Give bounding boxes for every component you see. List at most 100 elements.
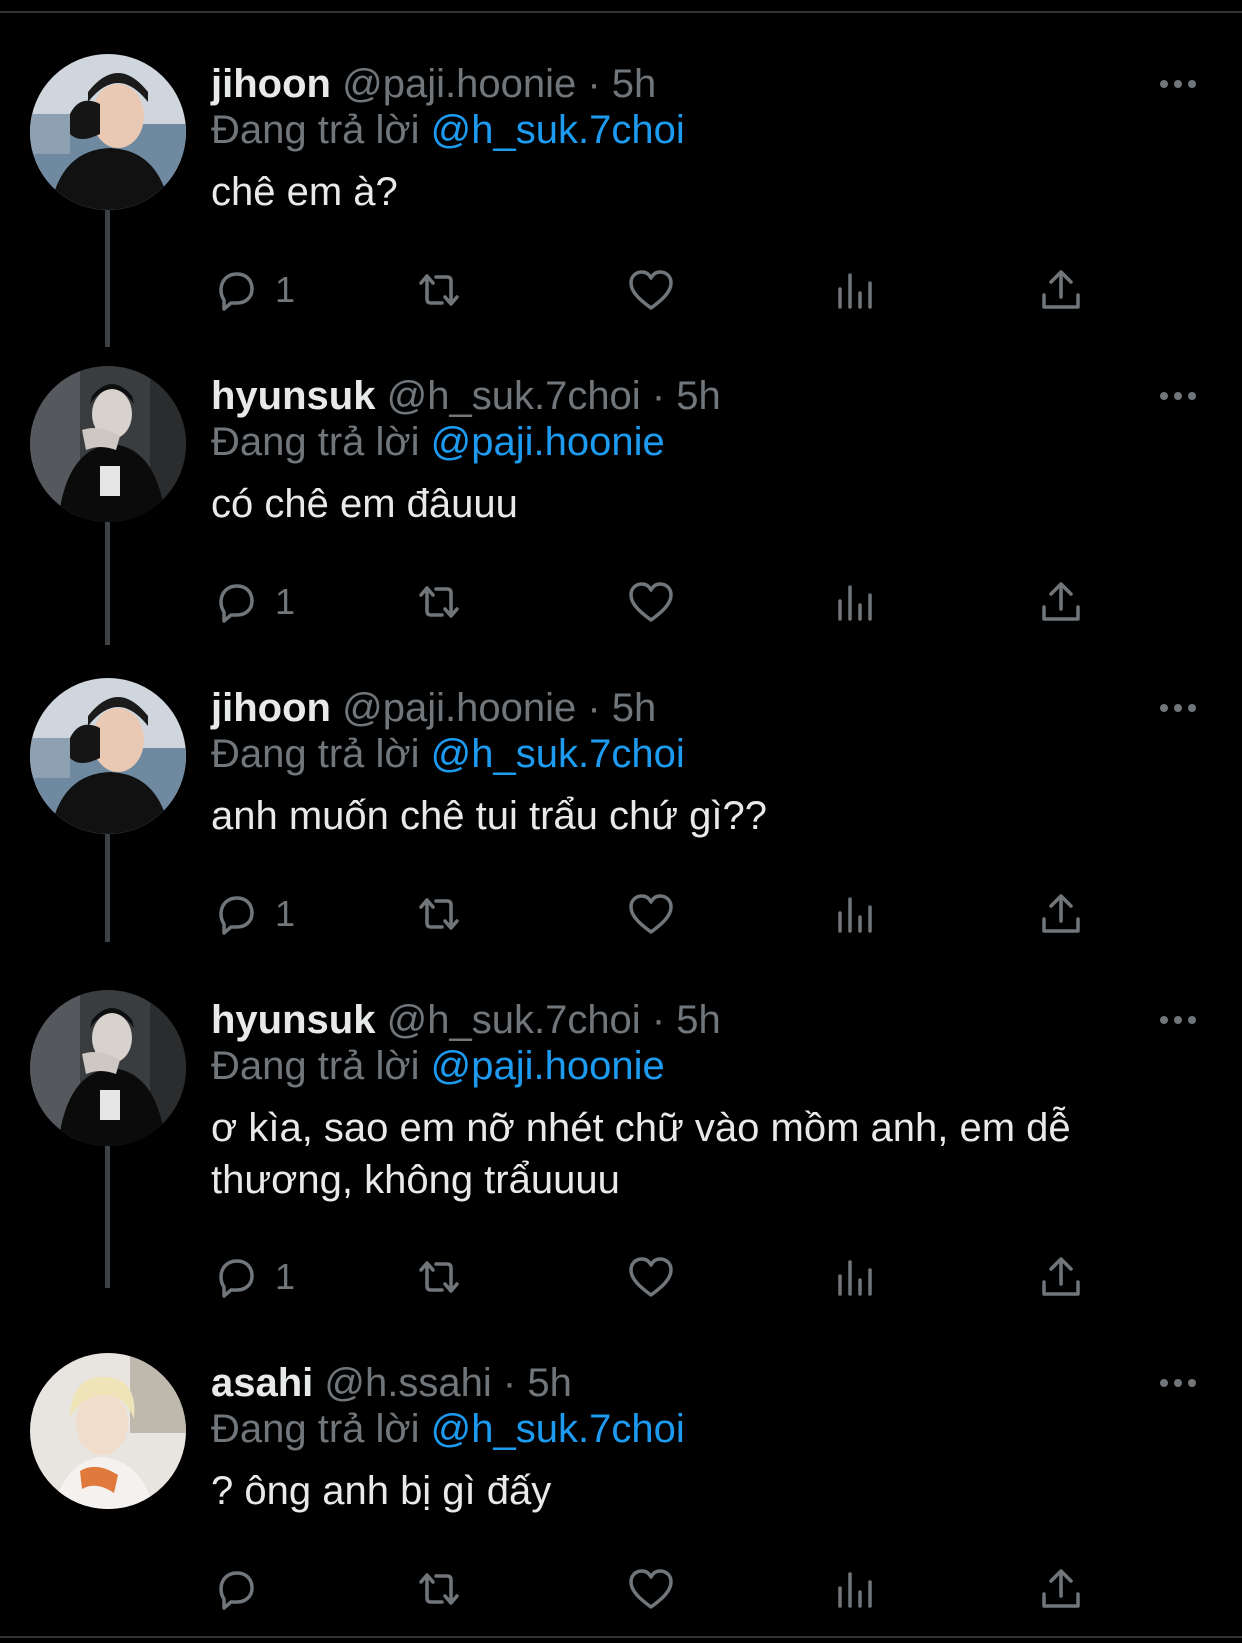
reply-bubble-icon — [219, 1259, 254, 1298]
replying-to-label: Đang trả lời — [211, 732, 420, 776]
mention-link[interactable]: @h_suk.7choi — [431, 732, 685, 776]
reply-button[interactable]: 1 — [211, 262, 295, 318]
share-upload-icon — [1042, 1569, 1080, 1608]
avatar-jihoon-image — [30, 54, 186, 210]
more-horizontal-icon — [1160, 392, 1196, 400]
heart-icon — [629, 582, 673, 622]
retweet-button[interactable] — [414, 574, 464, 630]
views-button[interactable] — [831, 1249, 881, 1305]
user-handle[interactable]: @h_suk.7choi — [387, 374, 641, 418]
mention-link[interactable]: @h_suk.7choi — [431, 108, 685, 152]
display-name[interactable]: jihoon — [211, 686, 331, 730]
separator-dot: · — [587, 62, 601, 106]
heart-icon — [629, 1257, 673, 1297]
tweet-text: có chê em đâuuu — [211, 482, 518, 526]
display-name[interactable]: hyunsuk — [211, 998, 375, 1042]
like-button[interactable] — [626, 886, 676, 942]
replying-to: Đang trả lời @h_suk.7choi — [211, 728, 685, 780]
mention-link[interactable]: @paji.hoonie — [431, 420, 665, 464]
like-button[interactable] — [626, 1249, 676, 1305]
more-horizontal-icon — [1160, 704, 1196, 712]
reply-bubble-icon — [219, 896, 254, 935]
more-options-button[interactable] — [1158, 688, 1198, 728]
like-button[interactable] — [626, 262, 676, 318]
user-handle[interactable]: @h.ssahi — [324, 1361, 491, 1405]
reply-button[interactable]: 1 — [211, 886, 295, 942]
timestamp[interactable]: 5h — [612, 62, 657, 106]
retweet-icon — [419, 586, 459, 618]
heart-icon — [629, 1569, 673, 1609]
more-options-button[interactable] — [1158, 1000, 1198, 1040]
replying-to: Đang trả lời @paji.hoonie — [211, 416, 665, 468]
retweet-button[interactable] — [414, 1249, 464, 1305]
retweet-icon — [419, 274, 459, 306]
replying-to-label: Đang trả lời — [211, 108, 420, 152]
retweet-icon — [419, 1261, 459, 1293]
display-name[interactable]: asahi — [211, 1361, 313, 1405]
reply-button[interactable]: 1 — [211, 574, 295, 630]
share-button[interactable] — [1036, 574, 1086, 630]
share-button[interactable] — [1036, 1561, 1086, 1617]
like-button[interactable] — [626, 1561, 676, 1617]
reply-count: 1 — [275, 269, 296, 310]
replying-to: Đang trả lời @paji.hoonie — [211, 1040, 665, 1092]
views-button[interactable] — [831, 574, 881, 630]
timestamp[interactable]: 5h — [612, 686, 657, 730]
views-button[interactable] — [831, 1561, 881, 1617]
tweet-actions: 1 — [211, 574, 1091, 630]
retweet-button[interactable] — [414, 262, 464, 318]
replying-to: Đang trả lời @h_suk.7choi — [211, 1403, 685, 1455]
user-handle[interactable]: @paji.hoonie — [342, 686, 576, 730]
retweet-icon — [419, 1573, 459, 1605]
bottom-divider — [0, 1636, 1242, 1638]
user-handle[interactable]: @h_suk.7choi — [387, 998, 641, 1042]
avatar-hyunsuk-image — [30, 366, 186, 522]
views-button[interactable] — [831, 886, 881, 942]
heart-icon — [629, 894, 673, 934]
mention-link[interactable]: @paji.hoonie — [431, 1044, 665, 1088]
views-button[interactable] — [831, 262, 881, 318]
tweet-actions: 1 — [211, 886, 1091, 942]
retweet-button[interactable] — [414, 1561, 464, 1617]
separator-dot: · — [502, 1361, 517, 1405]
reply-count: 1 — [275, 893, 296, 934]
share-button[interactable] — [1036, 1249, 1086, 1305]
share-upload-icon — [1042, 582, 1080, 621]
top-divider — [0, 11, 1242, 13]
reply-button[interactable] — [211, 1561, 275, 1617]
display-name[interactable]: jihoon — [211, 62, 331, 106]
retweet-button[interactable] — [414, 886, 464, 942]
user-handle[interactable]: @paji.hoonie — [342, 62, 576, 106]
avatar[interactable] — [30, 366, 186, 522]
timestamp[interactable]: 5h — [527, 1361, 572, 1405]
like-button[interactable] — [626, 574, 676, 630]
avatar[interactable] — [30, 990, 186, 1146]
more-options-button[interactable] — [1158, 1363, 1198, 1403]
more-horizontal-icon — [1160, 1379, 1196, 1387]
tweet-actions — [211, 1561, 1091, 1617]
replying-to: Đang trả lời @h_suk.7choi — [211, 104, 685, 156]
separator-dot: · — [651, 998, 666, 1042]
avatar[interactable] — [30, 1353, 186, 1509]
views-bar-chart-icon — [838, 1260, 872, 1296]
more-horizontal-icon — [1160, 1016, 1196, 1024]
more-options-button[interactable] — [1158, 64, 1198, 104]
avatar-jihoon-image — [30, 678, 186, 834]
avatar-asahi-image — [30, 1353, 186, 1509]
avatar[interactable] — [30, 678, 186, 834]
timestamp[interactable]: 5h — [676, 374, 721, 418]
replying-to-label: Đang trả lời — [211, 420, 420, 464]
mention-link[interactable]: @h_suk.7choi — [431, 1407, 685, 1451]
reply-bubble-icon — [219, 1571, 254, 1610]
display-name[interactable]: hyunsuk — [211, 374, 375, 418]
share-button[interactable] — [1036, 886, 1086, 942]
reply-button[interactable]: 1 — [211, 1249, 295, 1305]
reply-bubble-icon — [219, 584, 254, 623]
share-button[interactable] — [1036, 262, 1086, 318]
more-options-button[interactable] — [1158, 376, 1198, 416]
tweet-text: ? ông anh bị gì đấy — [211, 1469, 552, 1513]
tweet-text: ơ kìa, sao em nỡ nhét chữ vào mồm anh, e… — [211, 1106, 1071, 1202]
avatar[interactable] — [30, 54, 186, 210]
avatar-hyunsuk-image — [30, 990, 186, 1146]
timestamp[interactable]: 5h — [676, 998, 721, 1042]
